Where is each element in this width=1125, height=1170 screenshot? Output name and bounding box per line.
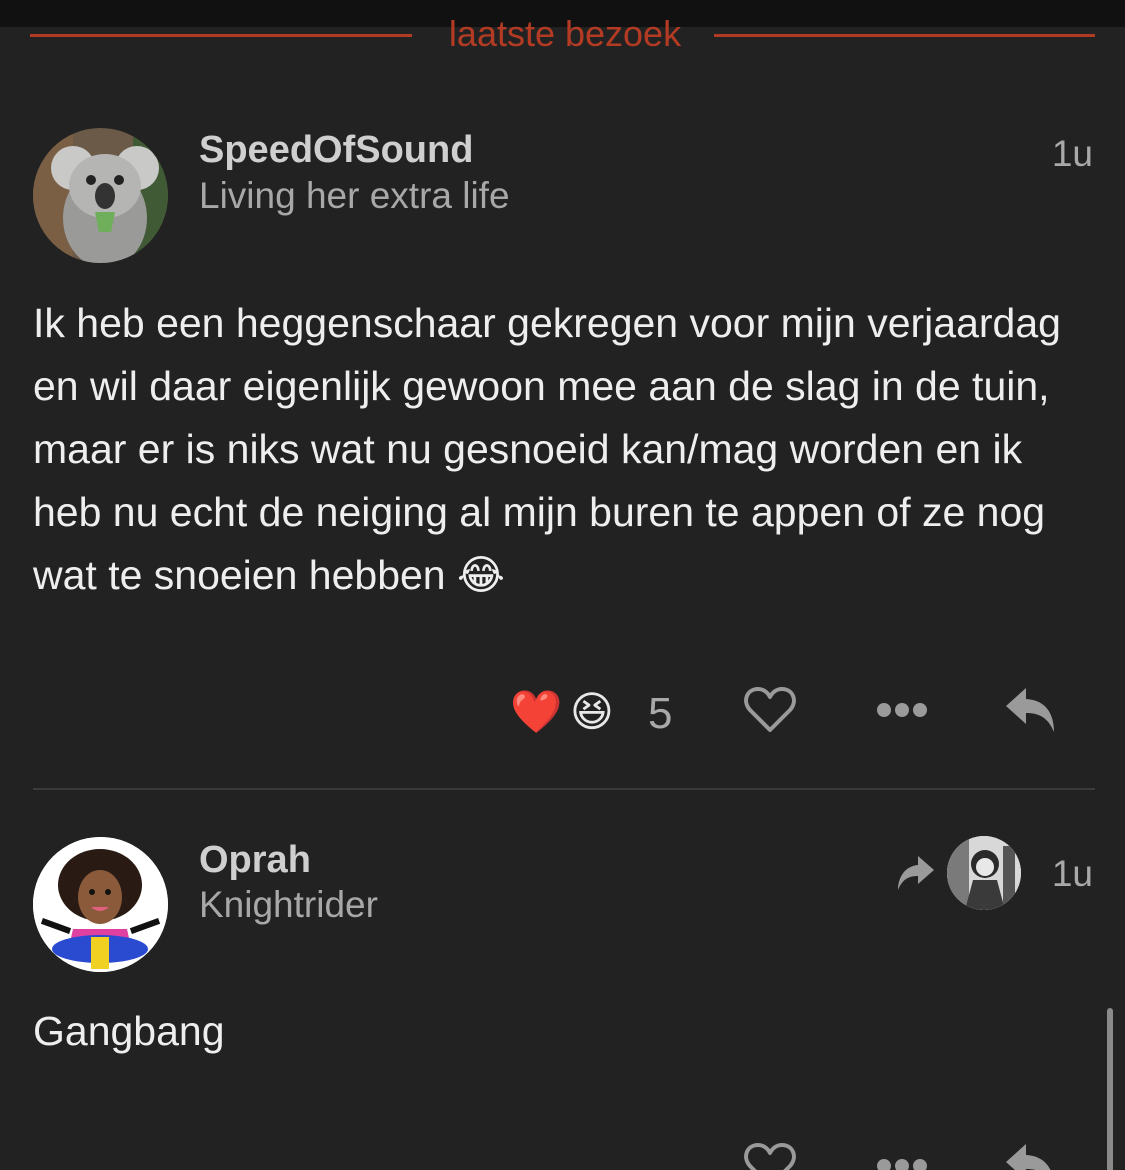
koala-avatar [33, 128, 168, 263]
last-visit-divider: laatste bezoek [30, 10, 1095, 60]
post-time[interactable]: 1u [1052, 852, 1093, 896]
avatar[interactable] [33, 837, 168, 972]
scrollbar[interactable] [1107, 1008, 1113, 1170]
reply-icon[interactable] [1004, 686, 1058, 734]
more-icon[interactable] [876, 702, 928, 718]
reaction-laugh-emoji: 😆 [570, 688, 614, 735]
heart-icon[interactable] [744, 686, 796, 734]
post-time[interactable]: 1u [1052, 132, 1093, 176]
reactions[interactable]: ❤️ 😆 5 [510, 682, 690, 742]
reply-to-avatar[interactable] [947, 836, 1021, 910]
user-title: Living her extra life [199, 175, 510, 216]
topic-view: laatste bezoek SpeedOfSound Living her e… [0, 0, 1125, 1170]
post-actions [0, 1132, 1125, 1170]
user-title: Knightrider [199, 884, 378, 925]
divider-label: laatste bezoek [448, 13, 682, 54]
avatar[interactable] [33, 128, 168, 263]
reaction-count: 5 [648, 689, 673, 738]
reply-icon[interactable] [1004, 1142, 1058, 1170]
username[interactable]: SpeedOfSound [199, 128, 473, 172]
divider-line-left [30, 34, 412, 37]
photo-avatar [947, 836, 1021, 910]
heart-icon[interactable] [744, 1142, 796, 1170]
cartoon-avatar [33, 837, 168, 972]
post-separator [33, 788, 1095, 790]
post-body: Ik heb een heggenschaar gekregen voor mi… [33, 300, 1061, 598]
reaction-heart-emoji: ❤️ [510, 688, 563, 735]
post-body: Gangbang [33, 1008, 225, 1054]
reply-to-icon[interactable] [896, 854, 936, 892]
post-actions: ❤️ 😆 5 [0, 676, 1125, 746]
username[interactable]: Oprah [199, 838, 311, 882]
more-icon[interactable] [876, 1158, 928, 1170]
divider-line-right [714, 34, 1095, 37]
